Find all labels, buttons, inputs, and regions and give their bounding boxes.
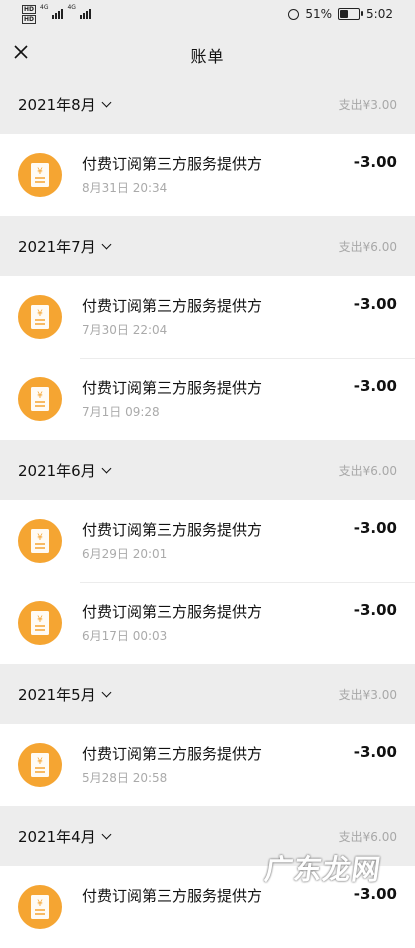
bill-title: 付费订阅第三方服务提供方: [82, 603, 263, 621]
watermark: 广东龙网: [262, 853, 384, 886]
bill-item[interactable]: ¥ 付费订阅第三方服务提供方 5月28日 20:58 -3.00: [0, 724, 415, 806]
bill-item[interactable]: ¥ 付费订阅第三方服务提供方 6月29日 20:01 -3.00: [0, 500, 415, 582]
month-label: 2021年6月: [18, 462, 96, 480]
svg-text:¥: ¥: [37, 309, 43, 319]
month-selector[interactable]: 2021年5月: [18, 684, 112, 705]
bill-amount: -3.00: [353, 743, 397, 761]
chevron-down-icon: [101, 97, 112, 108]
bill-item[interactable]: ¥ 付费订阅第三方服务提供方 7月30日 22:04 -3.00: [0, 276, 415, 358]
bill-date: 6月17日 00:03: [82, 629, 168, 643]
battery-percent: 51%: [305, 7, 333, 21]
bill-title: 付费订阅第三方服务提供方: [82, 887, 263, 905]
page-title: 账单: [190, 47, 225, 66]
chevron-down-icon: [101, 239, 112, 250]
battery-fill: [340, 10, 349, 18]
chevron-down-icon: [101, 829, 112, 840]
status-right: 51% 5:02: [288, 7, 393, 21]
bill-amount: -3.00: [353, 519, 397, 537]
clock: 5:02: [366, 7, 393, 21]
battery-icon: [338, 8, 364, 20]
chevron-down-icon: [101, 687, 112, 698]
bill-date: 6月29日 20:01: [82, 547, 168, 561]
month-total: 支出¥6.00: [338, 240, 397, 254]
month-label: 2021年5月: [18, 686, 96, 704]
month-total: 支出¥6.00: [338, 464, 397, 478]
bill-date: 7月30日 22:04: [82, 323, 168, 337]
svg-text:¥: ¥: [37, 899, 43, 909]
month-header: 2021年6月 支出¥6.00: [0, 440, 415, 500]
month-header: 2021年7月 支出¥6.00: [0, 216, 415, 276]
bill-amount: -3.00: [353, 601, 397, 619]
month-selector[interactable]: 2021年6月: [18, 460, 112, 481]
bill-list: 2021年8月 支出¥3.00 ¥ 付费订阅第三方服务提供方 8月31日 20:34 -3…: [0, 74, 415, 948]
status-bar: HD HD 4G 4G 51% 5:02: [0, 0, 415, 32]
bill-date: 7月1日 09:28: [82, 405, 160, 419]
bill-item[interactable]: ¥ 付费订阅第三方服务提供方 7月1日 09:28 -3.00: [0, 358, 415, 440]
month-selector[interactable]: 2021年7月: [18, 236, 112, 257]
yuan-receipt-icon: ¥: [18, 295, 62, 339]
signal-icon: [79, 7, 91, 19]
bill-date: 5月28日 20:58: [82, 771, 168, 785]
month-label: 2021年8月: [18, 96, 96, 114]
svg-text:¥: ¥: [37, 533, 43, 543]
svg-text:¥: ¥: [37, 391, 43, 401]
month-header: 2021年8月 支出¥3.00: [0, 74, 415, 134]
status-left: HD HD 4G 4G: [22, 4, 91, 24]
navigation-bar: 账单: [0, 32, 415, 74]
bill-amount: -3.00: [353, 295, 397, 313]
month-label: 2021年7月: [18, 238, 96, 256]
month-total: 支出¥6.00: [338, 830, 397, 844]
chevron-down-icon: [101, 463, 112, 474]
network-label: 4G: [67, 4, 76, 11]
bill-amount: -3.00: [353, 153, 397, 171]
bill-title: 付费订阅第三方服务提供方: [82, 379, 263, 397]
month-header: 2021年5月 支出¥3.00: [0, 664, 415, 724]
month-total: 支出¥3.00: [338, 688, 397, 702]
bill-date: 8月31日 20:34: [82, 181, 168, 195]
bill-title: 付费订阅第三方服务提供方: [82, 155, 263, 173]
svg-text:¥: ¥: [37, 167, 43, 177]
yuan-receipt-icon: ¥: [18, 743, 62, 787]
bill-amount: -3.00: [353, 377, 397, 395]
month-total: 支出¥3.00: [338, 98, 397, 112]
month-selector[interactable]: 2021年8月: [18, 94, 112, 115]
yuan-receipt-icon: ¥: [18, 519, 62, 563]
network-label: 4G: [40, 4, 49, 11]
hd-tag: HD: [22, 5, 37, 14]
bill-title: 付费订阅第三方服务提供方: [82, 745, 263, 763]
hd-tag: HD: [22, 15, 37, 24]
month-selector[interactable]: 2021年4月: [18, 826, 112, 847]
signal-icon: [52, 7, 64, 19]
svg-text:¥: ¥: [37, 757, 43, 767]
month-label: 2021年4月: [18, 828, 96, 846]
bill-title: 付费订阅第三方服务提供方: [82, 297, 263, 315]
alarm-icon: [288, 8, 300, 20]
bill-item[interactable]: ¥ 付费订阅第三方服务提供方 6月17日 00:03 -3.00: [0, 582, 415, 664]
yuan-receipt-icon: ¥: [18, 885, 62, 929]
svg-text:¥: ¥: [37, 615, 43, 625]
bill-title: 付费订阅第三方服务提供方: [82, 521, 263, 539]
yuan-receipt-icon: ¥: [18, 153, 62, 197]
yuan-receipt-icon: ¥: [18, 377, 62, 421]
yuan-receipt-icon: ¥: [18, 601, 62, 645]
bill-item[interactable]: ¥ 付费订阅第三方服务提供方 8月31日 20:34 -3.00: [0, 134, 415, 216]
